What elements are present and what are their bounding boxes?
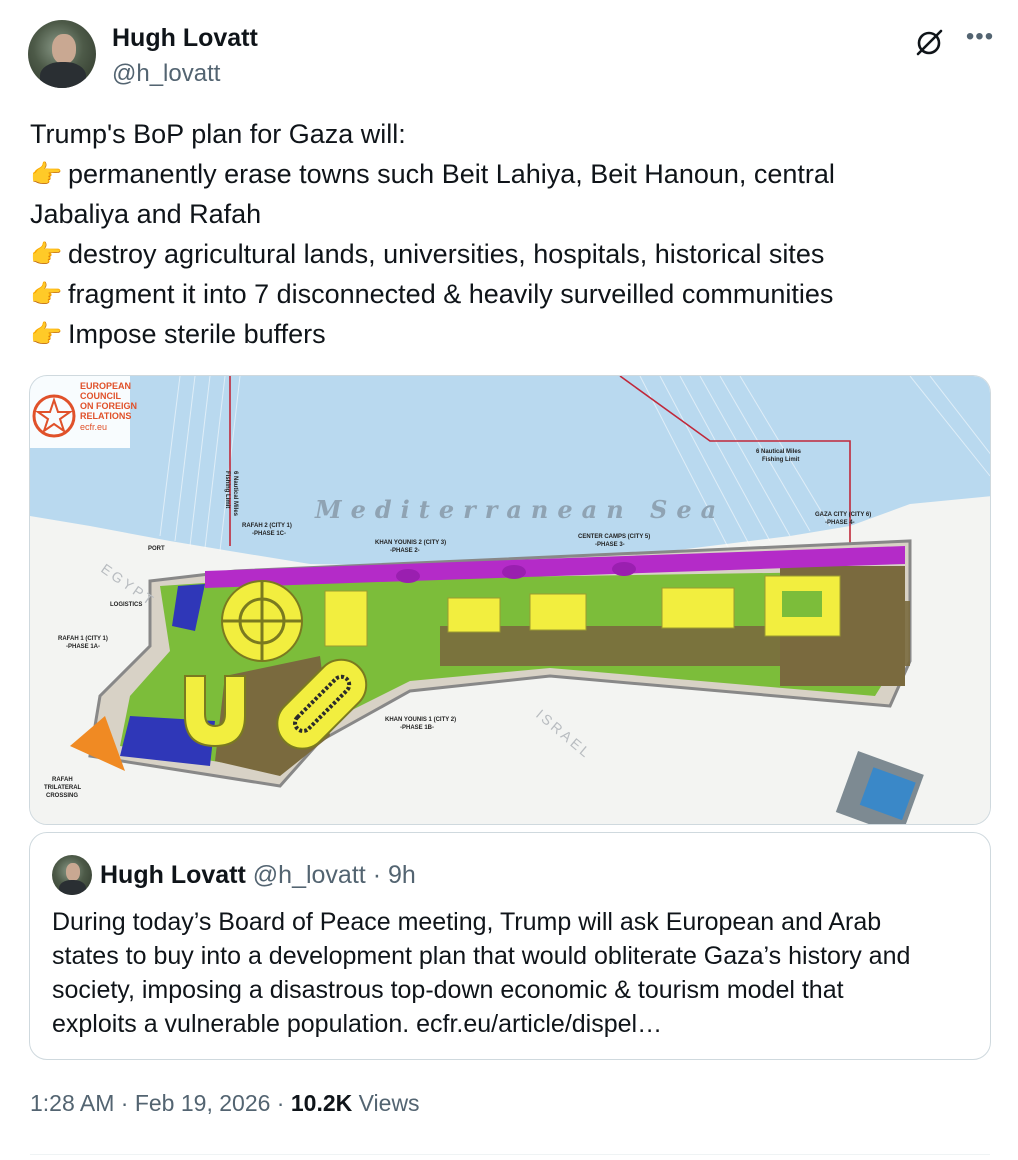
district-label: KHAN YOUNIS 1 (CITY 2) — [385, 717, 456, 723]
quoted-avatar[interactable] — [52, 855, 92, 895]
logo-line: EUROPEAN — [80, 381, 131, 391]
tweet-text: Trump's BoP plan for Gaza will: 👉 permane… — [30, 114, 980, 354]
district-label: -PHASE 1A- — [66, 644, 100, 650]
district-label: -PHASE 1B- — [400, 725, 434, 731]
district-label: RAFAH 1 (CITY 1) — [58, 636, 108, 642]
fishing-limit-label: 6 Nautical Miles — [756, 449, 802, 455]
port-label: PORT — [148, 546, 165, 552]
logo-line: RELATIONS — [80, 411, 131, 421]
tweet-date[interactable]: Feb 19, 2026 — [135, 1090, 271, 1116]
views-label: Views — [358, 1090, 420, 1116]
tweet-line: 👉 destroy agricultural lands, universitie… — [30, 234, 980, 274]
district-label: KHAN YOUNIS 2 (CITY 3) — [375, 540, 446, 546]
separator-dot: · — [120, 1090, 129, 1116]
avatar-face — [52, 34, 76, 64]
tweet-line-text: permanently erase towns such Beit Lahiya… — [68, 159, 835, 189]
separator-dot: · — [276, 1090, 285, 1116]
quoted-author-handle[interactable]: @h_lovatt — [253, 861, 366, 889]
views-count: 10.2K — [290, 1090, 353, 1116]
tweet-meta: 1:28 AM · Feb 19, 2026 · 10.2K Views — [30, 1090, 420, 1117]
tweet-time[interactable]: 1:28 AM — [30, 1090, 114, 1116]
quoted-line[interactable]: exploits a vulnerable population. ecfr.e… — [52, 1007, 982, 1041]
tweet-line: 👉 permanently erase towns such Beit Lahiy… — [30, 154, 980, 194]
fishing-limit-label: Fishing Limit — [224, 471, 230, 508]
coastal-node — [502, 565, 526, 579]
quoted-timestamp[interactable]: 9h — [388, 861, 416, 889]
quoted-tweet[interactable]: Hugh Lovatt @h_lovatt · 9h During today’… — [29, 832, 991, 1060]
pointing-hand-icon: 👉 — [30, 239, 63, 269]
coastal-node — [612, 562, 636, 576]
crossing-label: CROSSING — [46, 793, 78, 799]
more-icon[interactable]: ••• — [962, 25, 998, 56]
fishing-limit-label: 6 Nautical Miles — [232, 471, 238, 517]
quoted-header: Hugh Lovatt @h_lovatt · 9h — [100, 861, 416, 890]
separator-dot: · — [372, 861, 382, 889]
park — [782, 591, 822, 617]
sea-label: Mediterranean Sea — [314, 495, 725, 524]
logo-line: ecfr.eu — [80, 422, 107, 432]
district-label: -PHASE 4- — [825, 520, 855, 526]
tweet-header: Hugh Lovatt @h_lovatt ••• — [28, 20, 998, 92]
coastal-node — [396, 569, 420, 583]
tweet-line-text: Impose sterile buffers — [68, 319, 326, 349]
ecfr-logo: EUROPEAN COUNCIL ON FOREIGN RELATIONS ec… — [30, 376, 137, 448]
tweet-line: 👉 fragment it into 7 disconnected & heavi… — [30, 274, 980, 314]
divider — [30, 1154, 990, 1155]
district-label: RAFAH 2 (CITY 1) — [242, 523, 292, 529]
crossing-label: RAFAH — [52, 777, 73, 783]
gaza-plan-map: EUROPEAN COUNCIL ON FOREIGN RELATIONS ec… — [30, 376, 990, 824]
quoted-text: During today’s Board of Peace meeting, T… — [52, 905, 982, 1041]
pointing-hand-icon: 👉 — [30, 319, 63, 349]
quoted-line: society, imposing a disastrous top-down … — [52, 976, 844, 1004]
tweet-line: Jabaliya and Rafah — [30, 199, 262, 229]
crossing-label: TRILATERAL — [44, 785, 82, 791]
avatar[interactable] — [28, 20, 96, 88]
district-label: -PHASE 1C- — [252, 531, 286, 537]
district-label: -PHASE 2- — [390, 548, 420, 554]
tweet-line: Trump's BoP plan for Gaza will: — [30, 119, 406, 149]
quoted-line: During today’s Board of Peace meeting, T… — [52, 908, 882, 936]
fishing-limit-label: Fishing Limit — [762, 457, 799, 463]
pointing-hand-icon: 👉 — [30, 159, 63, 189]
logistics-label: LOGISTICS — [110, 602, 142, 608]
tweet-line-text: fragment it into 7 disconnected & heavil… — [68, 279, 834, 309]
author-name[interactable]: Hugh Lovatt — [112, 24, 258, 53]
quoted-line: states to buy into a development plan th… — [52, 942, 911, 970]
avatar-body — [40, 62, 86, 88]
tweet-line-text: destroy agricultural lands, universities… — [68, 239, 825, 269]
logo-line: COUNCIL — [80, 391, 121, 401]
avatar-body — [59, 880, 86, 895]
logo-line: ON FOREIGN — [80, 401, 137, 411]
district-label: GAZA CITY (CITY 6) — [815, 512, 871, 518]
pointing-hand-icon: 👉 — [30, 279, 63, 309]
author-handle[interactable]: @h_lovatt — [112, 60, 220, 88]
avatar-face — [66, 863, 80, 881]
tweet-line: 👉 Impose sterile buffers — [30, 314, 980, 354]
district-label: CENTER CAMPS (CITY 5) — [578, 534, 650, 540]
district-label: -PHASE 3- — [595, 542, 625, 548]
quoted-author-name[interactable]: Hugh Lovatt — [100, 861, 246, 889]
tweet-media-map[interactable]: EUROPEAN COUNCIL ON FOREIGN RELATIONS ec… — [29, 375, 991, 825]
grok-icon[interactable] — [914, 28, 944, 58]
